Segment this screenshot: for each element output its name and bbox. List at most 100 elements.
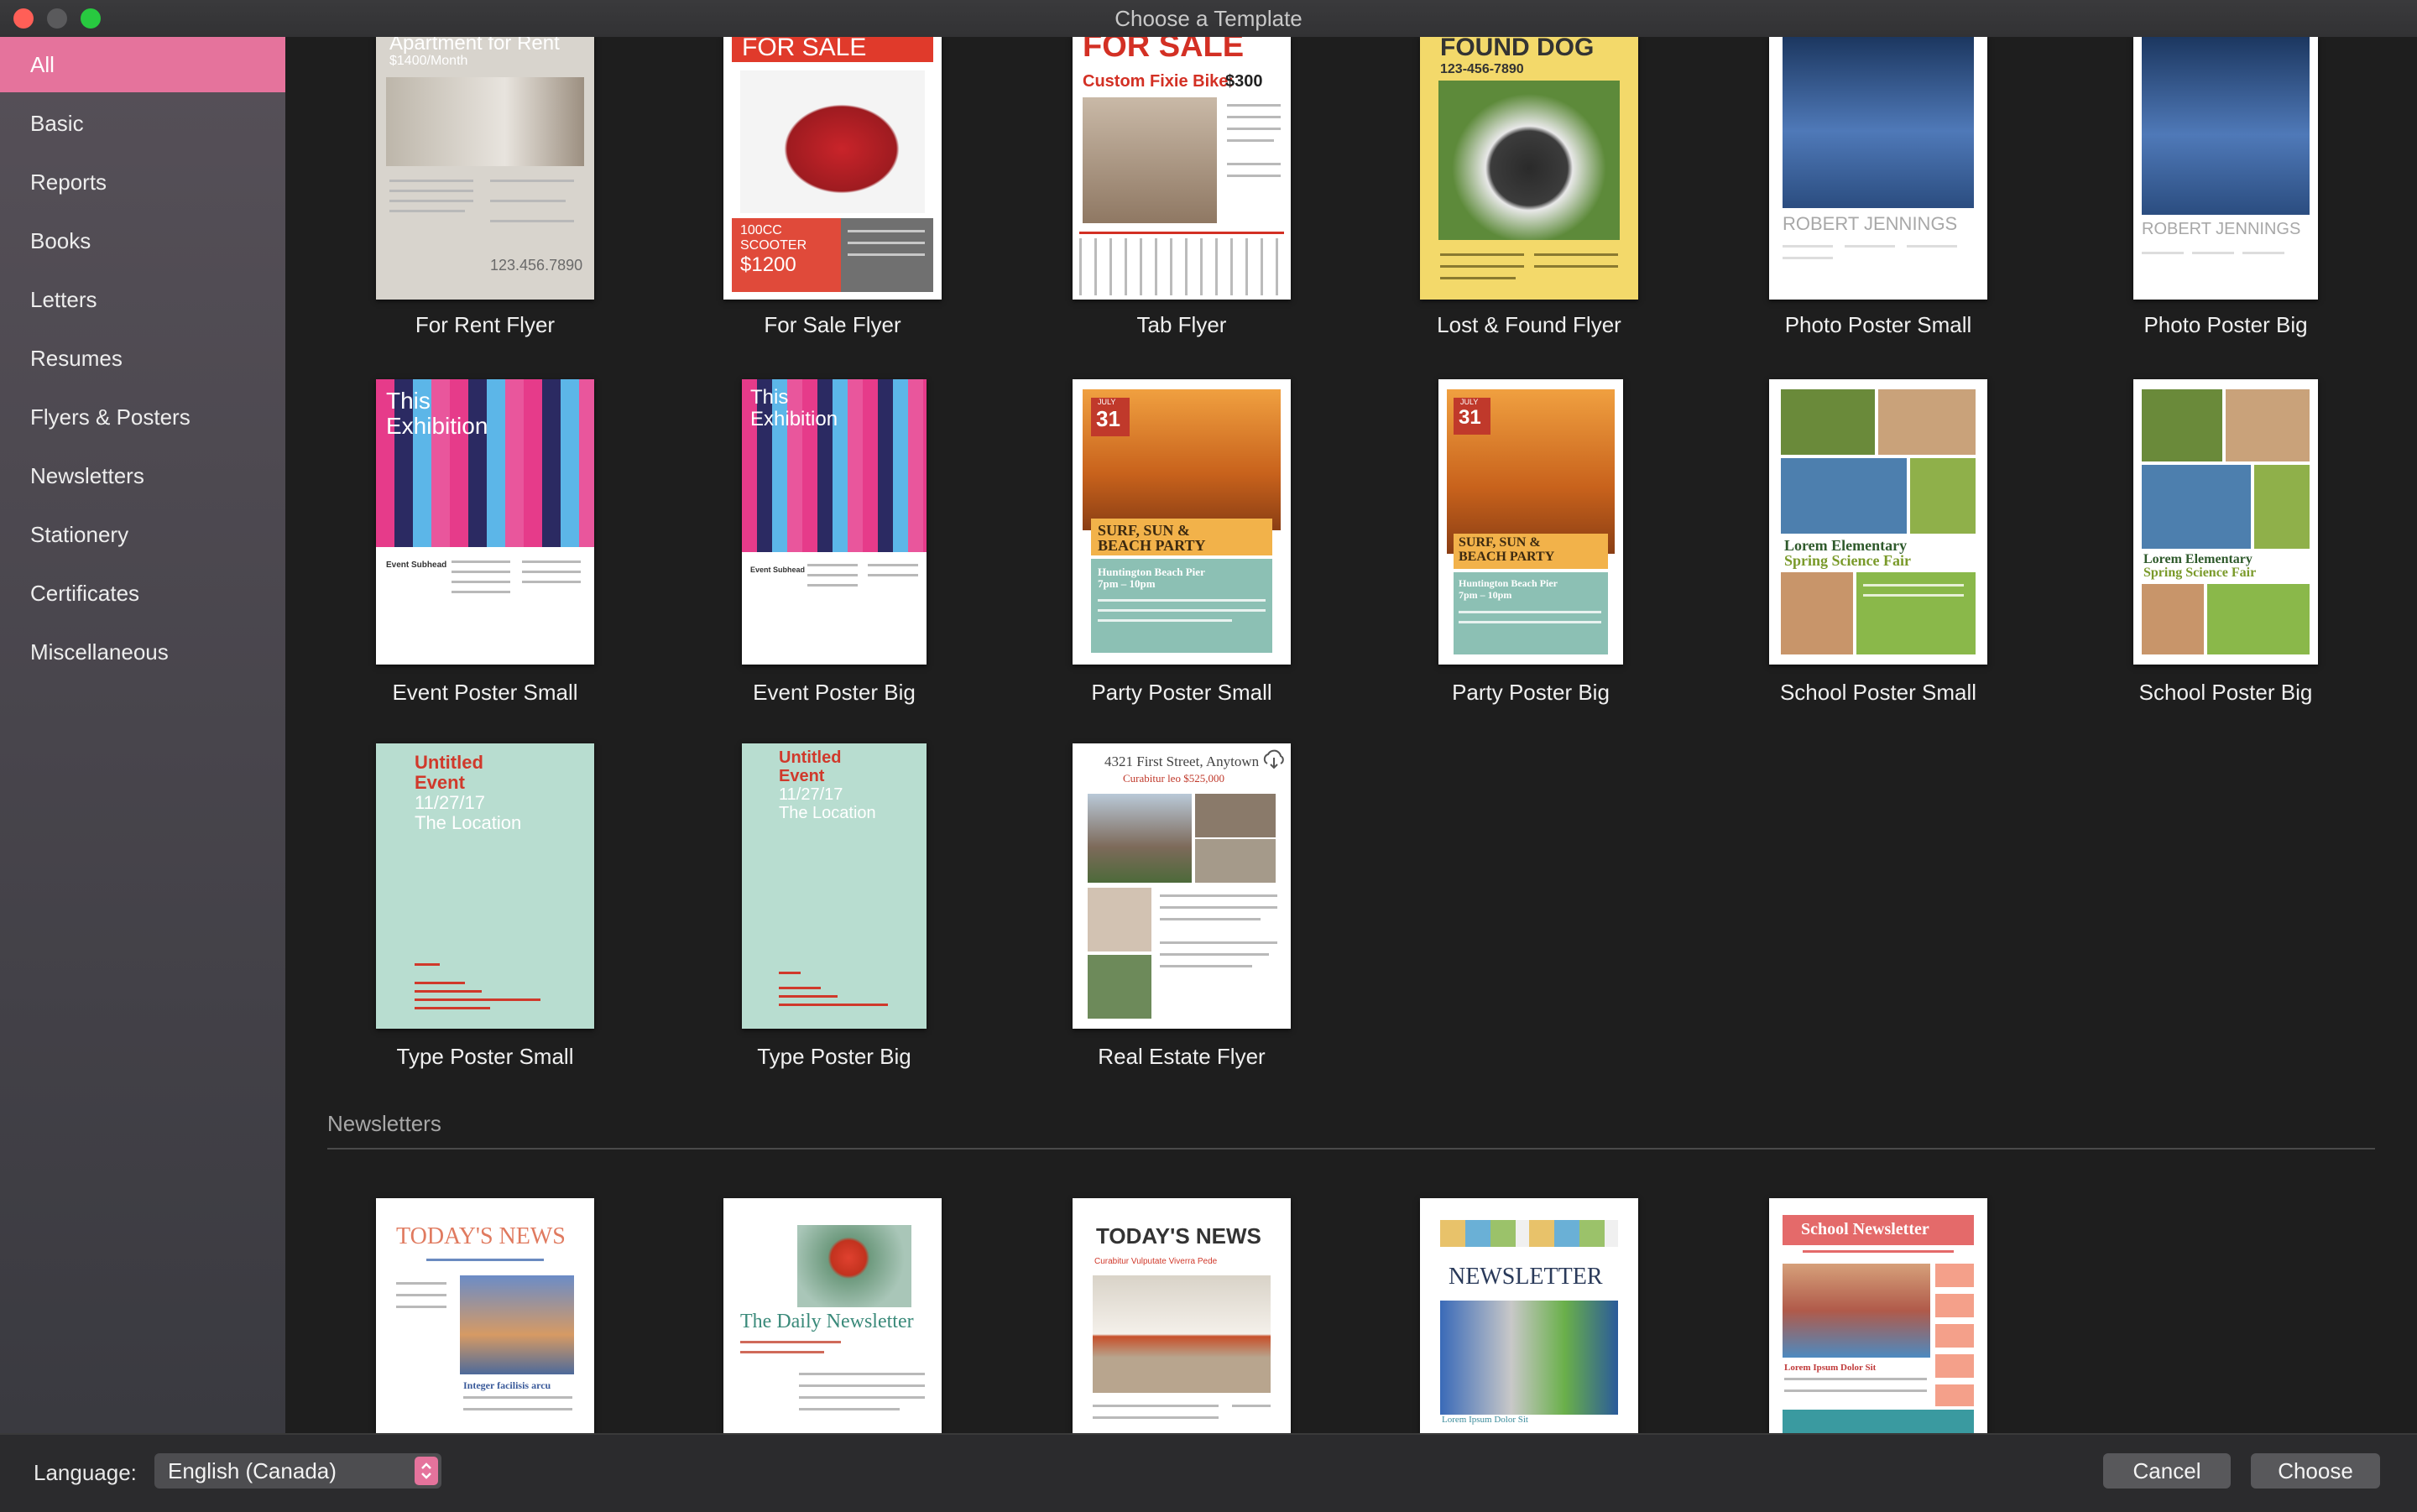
template-label: School Poster Big <box>2138 680 2313 705</box>
cloud-download-icon[interactable] <box>1261 747 1287 772</box>
sidebar-item-letters[interactable]: Letters <box>0 272 285 327</box>
template-label: Type Poster Small <box>396 1044 574 1069</box>
thumb-month: JULY <box>1460 398 1479 406</box>
sidebar-item-stationery[interactable]: Stationery <box>0 507 285 562</box>
template-label: Photo Poster Big <box>2143 312 2308 337</box>
thumb-line4: The Location <box>779 804 876 822</box>
thumbnail: NEWSLETTER Lorem Ipsum Dolor Sit <box>1420 1198 1638 1433</box>
thumb-title2: BEACH PARTY <box>1459 550 1555 564</box>
sidebar-item-certificates[interactable]: Certificates <box>0 566 285 621</box>
thumb-title2: Spring Science Fair <box>1784 552 1911 569</box>
thumb-name: ROBERT JENNINGS <box>2142 220 2301 238</box>
thumbnail: This Exhibition Event Subhead <box>376 379 594 665</box>
title-bar: Choose a Template <box>0 0 2417 39</box>
thumb-time: 7pm – 10pm <box>1459 589 1512 601</box>
template-label: Real Estate Flyer <box>1098 1044 1266 1069</box>
template-label: School Poster Small <box>1779 680 1977 705</box>
thumb-line4: The Location <box>415 812 522 833</box>
thumbnail: This Exhibition Event Subhead <box>742 379 927 665</box>
template-label: Lost & Found Flyer <box>1437 312 1621 337</box>
language-select[interactable]: English (Canada) <box>154 1453 441 1489</box>
thumb-line3: 11/27/17 <box>779 785 843 804</box>
thumb-title1: SURF, SUN & <box>1459 535 1541 550</box>
thumb-price: Curabitur leo $525,000 <box>1123 772 1224 785</box>
thumb-line2: Exhibition <box>386 413 488 439</box>
thumbnail: 4321 First Street, Anytown Curabitur leo… <box>1073 743 1291 1029</box>
thumb-heading: TODAY'S NEWS <box>1096 1223 1261 1249</box>
thumb-box-line1: 100CC <box>740 223 782 237</box>
template-label: Party Poster Big <box>1452 680 1610 705</box>
thumb-heading: Apartment for Rent <box>389 37 560 55</box>
thumb-line1: This <box>386 388 431 414</box>
template-label: Photo Poster Small <box>1784 312 1972 337</box>
sidebar-item-resumes[interactable]: Resumes <box>0 331 285 386</box>
thumbnail: JULY 31 SURF, SUN & BEACH PARTY Huntingt… <box>1438 379 1623 665</box>
template-label: For Rent Flyer <box>415 312 556 337</box>
thumbnail: TODAY'S NEWS Curabitur Vulputate Viverra… <box>1073 1198 1291 1433</box>
sidebar-item-reports[interactable]: Reports <box>0 154 285 210</box>
thumb-heading: School Newsletter <box>1801 1220 1929 1238</box>
thumb-sub: Lorem Ipsum Dolor Sit <box>1442 1415 1528 1425</box>
thumb-heading: FOR SALE <box>1083 37 1245 64</box>
thumb-subhead: Event Subhead <box>386 560 447 570</box>
template-label: For Sale Flyer <box>764 312 901 337</box>
thumb-line2: Event <box>415 772 465 793</box>
thumb-line2: Exhibition <box>750 408 838 430</box>
sidebar-item-books[interactable]: Books <box>0 213 285 269</box>
thumbnail: Lorem Elementary Spring Science Fair <box>2133 379 2318 665</box>
thumb-line3: 11/27/17 <box>415 792 486 813</box>
thumb-heading: NEWSLETTER <box>1449 1264 1603 1290</box>
thumb-place: Huntington Beach Pier <box>1459 577 1558 589</box>
sidebar-item-miscellaneous[interactable]: Miscellaneous <box>0 624 285 680</box>
sidebar-item-basic[interactable]: Basic <box>0 96 285 151</box>
thumbnail: FOR SALE Custom Fixie Bike: $300 <box>1073 37 1291 300</box>
thumb-sub: Lorem Ipsum Dolor Sit <box>1784 1363 1877 1373</box>
thumbnail: Untitled Event 11/27/17 The Location <box>376 743 594 1029</box>
select-stepper-icon <box>415 1457 438 1485</box>
choose-button[interactable]: Choose <box>2251 1453 2380 1489</box>
thumb-subhead: Event Subhead <box>750 566 806 574</box>
thumb-line1: Untitled <box>415 752 483 773</box>
thumb-sub: Custom Fixie Bike: <box>1083 72 1235 91</box>
sidebar-item-all[interactable]: All <box>0 37 285 92</box>
thumb-title2: Spring Science Fair <box>2143 566 2257 580</box>
thumb-sub: Integer facilisis arcu <box>463 1379 551 1391</box>
thumb-sub: Curabitur Vulputate Viverra Pede <box>1094 1257 1218 1266</box>
thumb-box-price: $1200 <box>740 253 796 276</box>
sidebar-item-flyers-posters[interactable]: Flyers & Posters <box>0 389 285 445</box>
thumb-line2: Event <box>779 767 825 785</box>
thumb-name: ROBERT JENNINGS <box>1783 213 1958 234</box>
thumbnail: Apartment for Rent $1400/Month 123.456.7… <box>376 37 594 300</box>
thumb-month: JULY <box>1098 398 1116 406</box>
thumbnail: JULY 31 SURF, SUN & BEACH PARTY Huntingt… <box>1073 379 1291 665</box>
thumbnail: FOR SALE 100CC SCOOTER $1200 <box>723 37 942 300</box>
thumbnail: ROBERT JENNINGS <box>1769 37 1987 300</box>
sidebar-item-newsletters[interactable]: Newsletters <box>0 448 285 503</box>
thumbnail: TODAY'S NEWS Integer facilisis arcu <box>376 1198 594 1433</box>
thumbnail: FOUND DOG 123-456-7890 <box>1420 37 1638 300</box>
thumb-heading: FOR SALE <box>742 37 867 61</box>
language-select-value: English (Canada) <box>168 1458 337 1483</box>
thumb-heading: TODAY'S NEWS <box>396 1223 566 1249</box>
section-divider <box>327 1148 2375 1150</box>
window-title: Choose a Template <box>1115 6 1302 31</box>
thumb-box-line2: SCOOTER <box>740 238 807 253</box>
thumb-phone: 123-456-7890 <box>1440 62 1524 76</box>
thumbnail: School Newsletter Lorem Ipsum Dolor Sit <box>1769 1198 1987 1433</box>
thumb-day: 31 <box>1096 406 1120 431</box>
thumb-sub: $1400/Month <box>389 54 468 68</box>
section-heading-newsletters: Newsletters <box>327 1111 441 1136</box>
template-label: Event Poster Small <box>392 680 578 705</box>
thumb-day: 31 <box>1459 406 1481 429</box>
cancel-button[interactable]: Cancel <box>2103 1453 2231 1489</box>
thumb-title2: BEACH PARTY <box>1098 537 1206 554</box>
category-sidebar: All Basic Reports Books Letters Resumes … <box>0 37 285 1433</box>
thumbnail: The Daily Newsletter <box>723 1198 942 1433</box>
thumb-time: 7pm – 10pm <box>1098 577 1156 590</box>
template-label: Tab Flyer <box>1136 312 1227 337</box>
template-label: Event Poster Big <box>753 680 916 705</box>
template-label: Party Poster Small <box>1091 680 1272 705</box>
template-label: Type Poster Big <box>757 1044 911 1069</box>
thumb-line1: Untitled <box>779 748 842 767</box>
language-label: Language: <box>34 1460 137 1485</box>
